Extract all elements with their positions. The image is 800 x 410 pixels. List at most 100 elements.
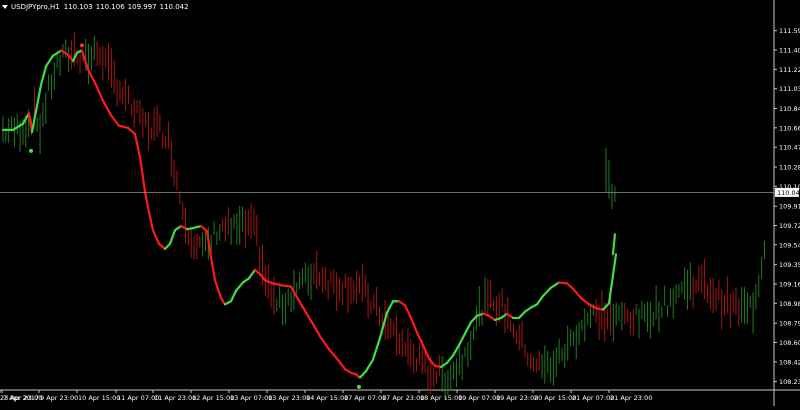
ma-line-segment: [343, 368, 354, 375]
time-tick-label: 18 Apr 15:00: [420, 394, 462, 402]
ma-line-segment: [209, 256, 217, 282]
price-tick-label: 108.605: [779, 339, 800, 347]
ma-line-segment: [138, 155, 147, 193]
close-value: 110.042: [159, 3, 189, 11]
price-tick-label: 109.165: [779, 280, 800, 288]
ma-line-segment: [126, 126, 137, 136]
ma-line-segment: [335, 357, 347, 371]
ma-line-segment: [541, 286, 553, 298]
ma-line-segment: [403, 304, 413, 320]
ma-line-segment: [611, 253, 618, 277]
signal-dot: [80, 43, 84, 48]
price-tick-label: 111.405: [779, 47, 800, 55]
ma-line-segment: [601, 302, 611, 311]
ma-line-segment: [247, 268, 257, 280]
ma-line-segment: [143, 190, 151, 214]
ma-line-segment: [147, 211, 155, 232]
ma-line-segment: [358, 370, 368, 379]
price-tick-label: 108.980: [779, 300, 800, 308]
ma-line-segment: [86, 68, 98, 87]
ma-line-segment: [607, 274, 615, 305]
ma-line-segment: [293, 292, 305, 309]
ma-line-segment: [205, 230, 213, 259]
ma-line-segment: [427, 357, 437, 368]
signal-dot: [357, 384, 361, 389]
ma-line-segment: [319, 336, 331, 351]
ma-line-segment: [44, 54, 55, 68]
price-tick-label: 111.590: [779, 27, 800, 35]
ma-line-segment: [301, 306, 315, 326]
price-tick-label: 110.285: [779, 164, 800, 172]
ma-line-segment: [364, 358, 375, 373]
ma-line-segment: [39, 65, 48, 87]
time-tick-label: 13 Apr 07:00: [230, 394, 272, 402]
ma-line-segment: [157, 242, 167, 251]
price-tick-label: 111.220: [779, 66, 800, 74]
ma-line-segment: [517, 310, 527, 320]
ma-line-segment: [34, 83, 43, 113]
ma-line-segment: [151, 229, 161, 245]
time-tick-label: 14 Apr 15:00: [306, 394, 348, 402]
ma-line-segment: [378, 311, 389, 339]
ma-line-segment: [213, 279, 223, 300]
ma-line-segment: [445, 354, 455, 364]
ma-line-segment: [371, 336, 382, 361]
price-tick-label: 110.845: [779, 105, 800, 113]
ma-line-segment: [463, 321, 473, 335]
ma-line-segment: [535, 294, 545, 306]
price-tick-label: 109.540: [779, 241, 800, 249]
time-tick-label: 19 Apr 07:00: [458, 394, 500, 402]
ma-line-segment: [271, 282, 285, 287]
time-tick-label: 17 Apr 07:00: [344, 394, 386, 402]
ma-line-segment: [101, 99, 113, 117]
ma-line-segment: [311, 323, 323, 339]
ma-line-segment: [219, 296, 227, 306]
time-tick-label: 19 Apr 23:00: [496, 394, 538, 402]
price-tick-label: 108.230: [779, 378, 800, 386]
price-tick-label: 108.790: [779, 320, 800, 328]
symbol-label: USDJPYpro,H1: [11, 3, 60, 11]
current-price-label: 110.042: [777, 189, 800, 197]
price-tick-label: 111.035: [779, 85, 800, 93]
ma-line-segment: [409, 316, 419, 334]
ma-line-segment: [71, 51, 79, 63]
ma-line-segment: [571, 287, 583, 300]
ma-line-segment: [191, 224, 203, 230]
ma-line-segment: [281, 284, 293, 288]
ma-line-segment: [109, 114, 121, 127]
signal-dot: [29, 148, 33, 153]
ma-line-segment: [549, 281, 561, 289]
ma-line-segment: [199, 224, 209, 233]
time-tick-label: 10 Apr 15:00: [78, 394, 120, 402]
chevron-down-icon[interactable]: [2, 5, 8, 9]
time-tick-label: 21 Apr 23:00: [610, 394, 652, 402]
time-tick-label: 11 Apr 23:00: [154, 394, 196, 402]
ma-line-segment: [327, 348, 339, 360]
time-tick-label: 17 Apr 23:00: [382, 394, 424, 402]
price-tick-label: 110.475: [779, 144, 800, 152]
ma-line-segment: [611, 233, 617, 256]
ma-line-segment: [133, 133, 142, 159]
open-value: 110.103: [63, 3, 93, 11]
ma-line-segment: [94, 83, 105, 102]
ma-line-segment: [263, 279, 275, 285]
chart-header: USDJPYpro,H1 110.103 110.106 109.997 110…: [2, 1, 192, 13]
time-tick-label: 9 Apr 23:00: [40, 394, 78, 402]
ma-line-segment: [557, 281, 569, 285]
ma-line-segment: [168, 229, 177, 245]
price-tick-label: 108.420: [779, 358, 800, 366]
chart-window[interactable]: 111.590 111.405 111.220 111.035 110.845 110.6…: [0, 0, 800, 406]
time-tick-label: 21 Apr 07:00: [572, 394, 614, 402]
price-tick-label: 109.725: [779, 222, 800, 230]
price-chart[interactable]: 111.590 111.405 111.220 111.035 110.845 110.6…: [0, 0, 800, 406]
ma-line-segment: [59, 49, 70, 56]
time-tick-label: 12 Apr 15:00: [192, 394, 234, 402]
ma-line-segment: [117, 124, 130, 129]
ma-line-segment: [451, 343, 461, 357]
ma-line-segment: [415, 331, 425, 347]
time-tick-label: 13 Apr 23:00: [268, 394, 310, 402]
time-tick-label: 23 Apr 23:00: [0, 394, 42, 402]
ma-line-segment: [229, 289, 238, 303]
ma-line-segment: [457, 332, 467, 347]
price-tick-label: 110.660: [779, 124, 800, 132]
